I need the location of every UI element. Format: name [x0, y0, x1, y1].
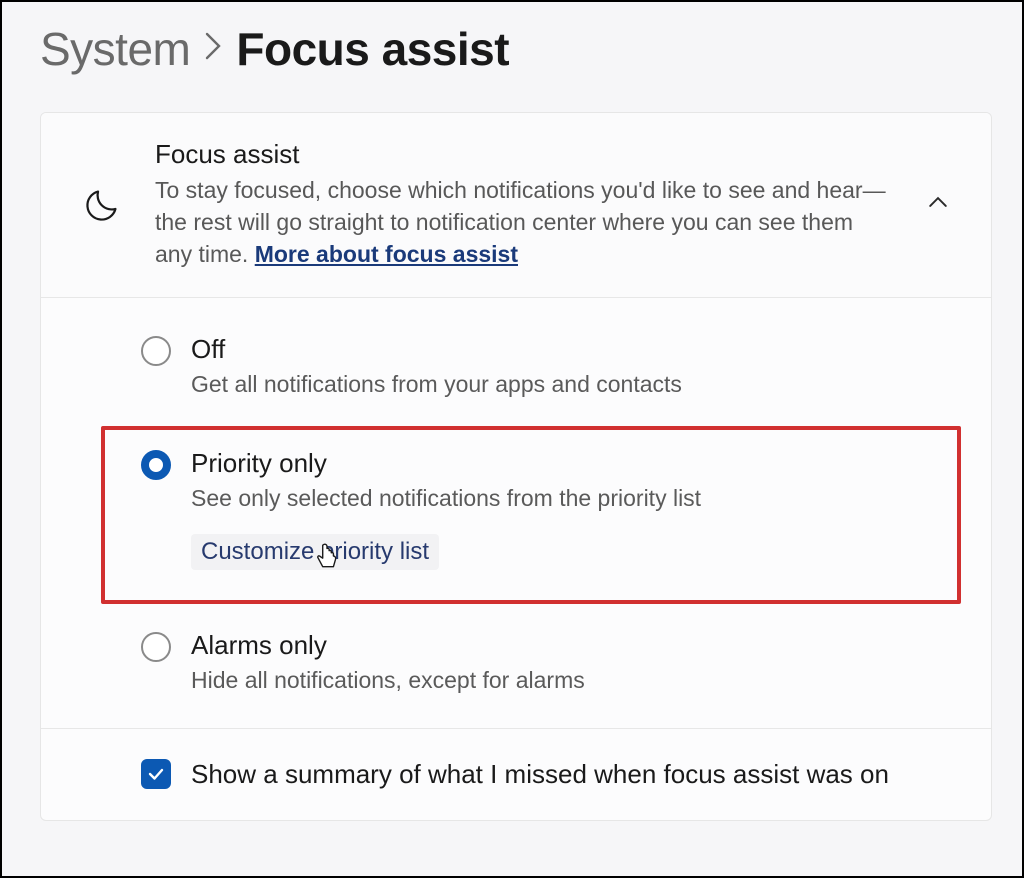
- option-alarms-only[interactable]: Alarms only Hide all notifications, exce…: [101, 608, 961, 718]
- radio-alarms-only[interactable]: [141, 632, 171, 662]
- radio-off[interactable]: [141, 336, 171, 366]
- option-priority-only[interactable]: Priority only See only selected notifica…: [101, 426, 961, 604]
- option-priority-title: Priority only: [191, 448, 941, 479]
- chevron-right-icon: [204, 28, 222, 71]
- breadcrumb: System Focus assist: [40, 22, 992, 76]
- chevron-up-icon[interactable]: [925, 189, 951, 220]
- summary-label: Show a summary of what I missed when foc…: [191, 757, 889, 792]
- more-about-link[interactable]: More about focus assist: [255, 241, 518, 267]
- option-priority-desc: See only selected notifications from the…: [191, 483, 941, 514]
- panel-header[interactable]: Focus assist To stay focused, choose whi…: [41, 113, 991, 298]
- summary-row[interactable]: Show a summary of what I missed when foc…: [41, 729, 991, 820]
- moon-icon: [83, 186, 121, 224]
- option-alarms-title: Alarms only: [191, 630, 941, 661]
- option-off-desc: Get all notifications from your apps and…: [191, 369, 941, 400]
- check-icon: [146, 764, 166, 784]
- option-alarms-desc: Hide all notifications, except for alarm…: [191, 665, 941, 696]
- options-group: Off Get all notifications from your apps…: [41, 298, 991, 729]
- option-off-title: Off: [191, 334, 941, 365]
- option-off[interactable]: Off Get all notifications from your apps…: [101, 312, 961, 422]
- radio-priority-only[interactable]: [141, 450, 171, 480]
- focus-assist-panel: Focus assist To stay focused, choose whi…: [40, 112, 992, 821]
- panel-title: Focus assist: [155, 139, 891, 170]
- breadcrumb-parent[interactable]: System: [40, 22, 190, 76]
- customize-priority-list-link[interactable]: Customize priority list: [191, 534, 439, 570]
- panel-description: To stay focused, choose which notificati…: [155, 174, 891, 271]
- summary-checkbox[interactable]: [141, 759, 171, 789]
- page-title: Focus assist: [236, 22, 509, 76]
